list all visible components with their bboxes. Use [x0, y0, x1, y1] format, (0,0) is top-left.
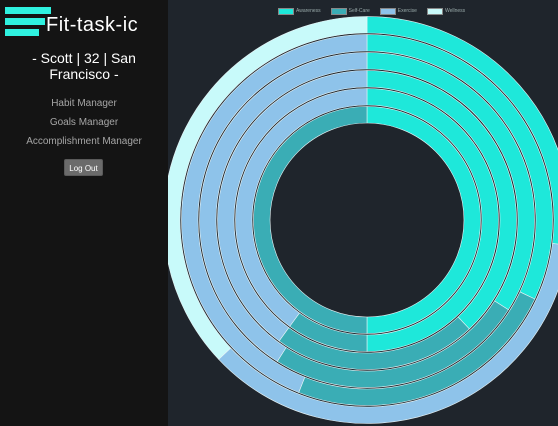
logout-button[interactable]: Log Out [64, 159, 103, 176]
nav-menu: Habit Manager Goals Manager Accomplishme… [0, 94, 168, 151]
menu-icon-bar [5, 29, 39, 36]
menu-icon[interactable] [5, 7, 51, 39]
sidebar: Fit-task-ic - Scott | 32 | San Francisco… [0, 0, 168, 426]
app-title: Fit-task-ic [46, 14, 139, 36]
main-panel: Awareness Self-Care Exercise Wellness [168, 0, 558, 426]
app-root: Fit-task-ic - Scott | 32 | San Francisco… [0, 0, 558, 426]
ring-chart [168, 16, 558, 424]
nav-item-accomplishment-manager[interactable]: Accomplishment Manager [0, 132, 168, 151]
menu-icon-bar [5, 7, 51, 14]
menu-icon-bar [5, 18, 45, 25]
user-info: - Scott | 32 | San Francisco - [32, 50, 136, 82]
nav-item-goals-manager[interactable]: Goals Manager [0, 113, 168, 132]
nav-item-habit-manager[interactable]: Habit Manager [0, 94, 168, 113]
